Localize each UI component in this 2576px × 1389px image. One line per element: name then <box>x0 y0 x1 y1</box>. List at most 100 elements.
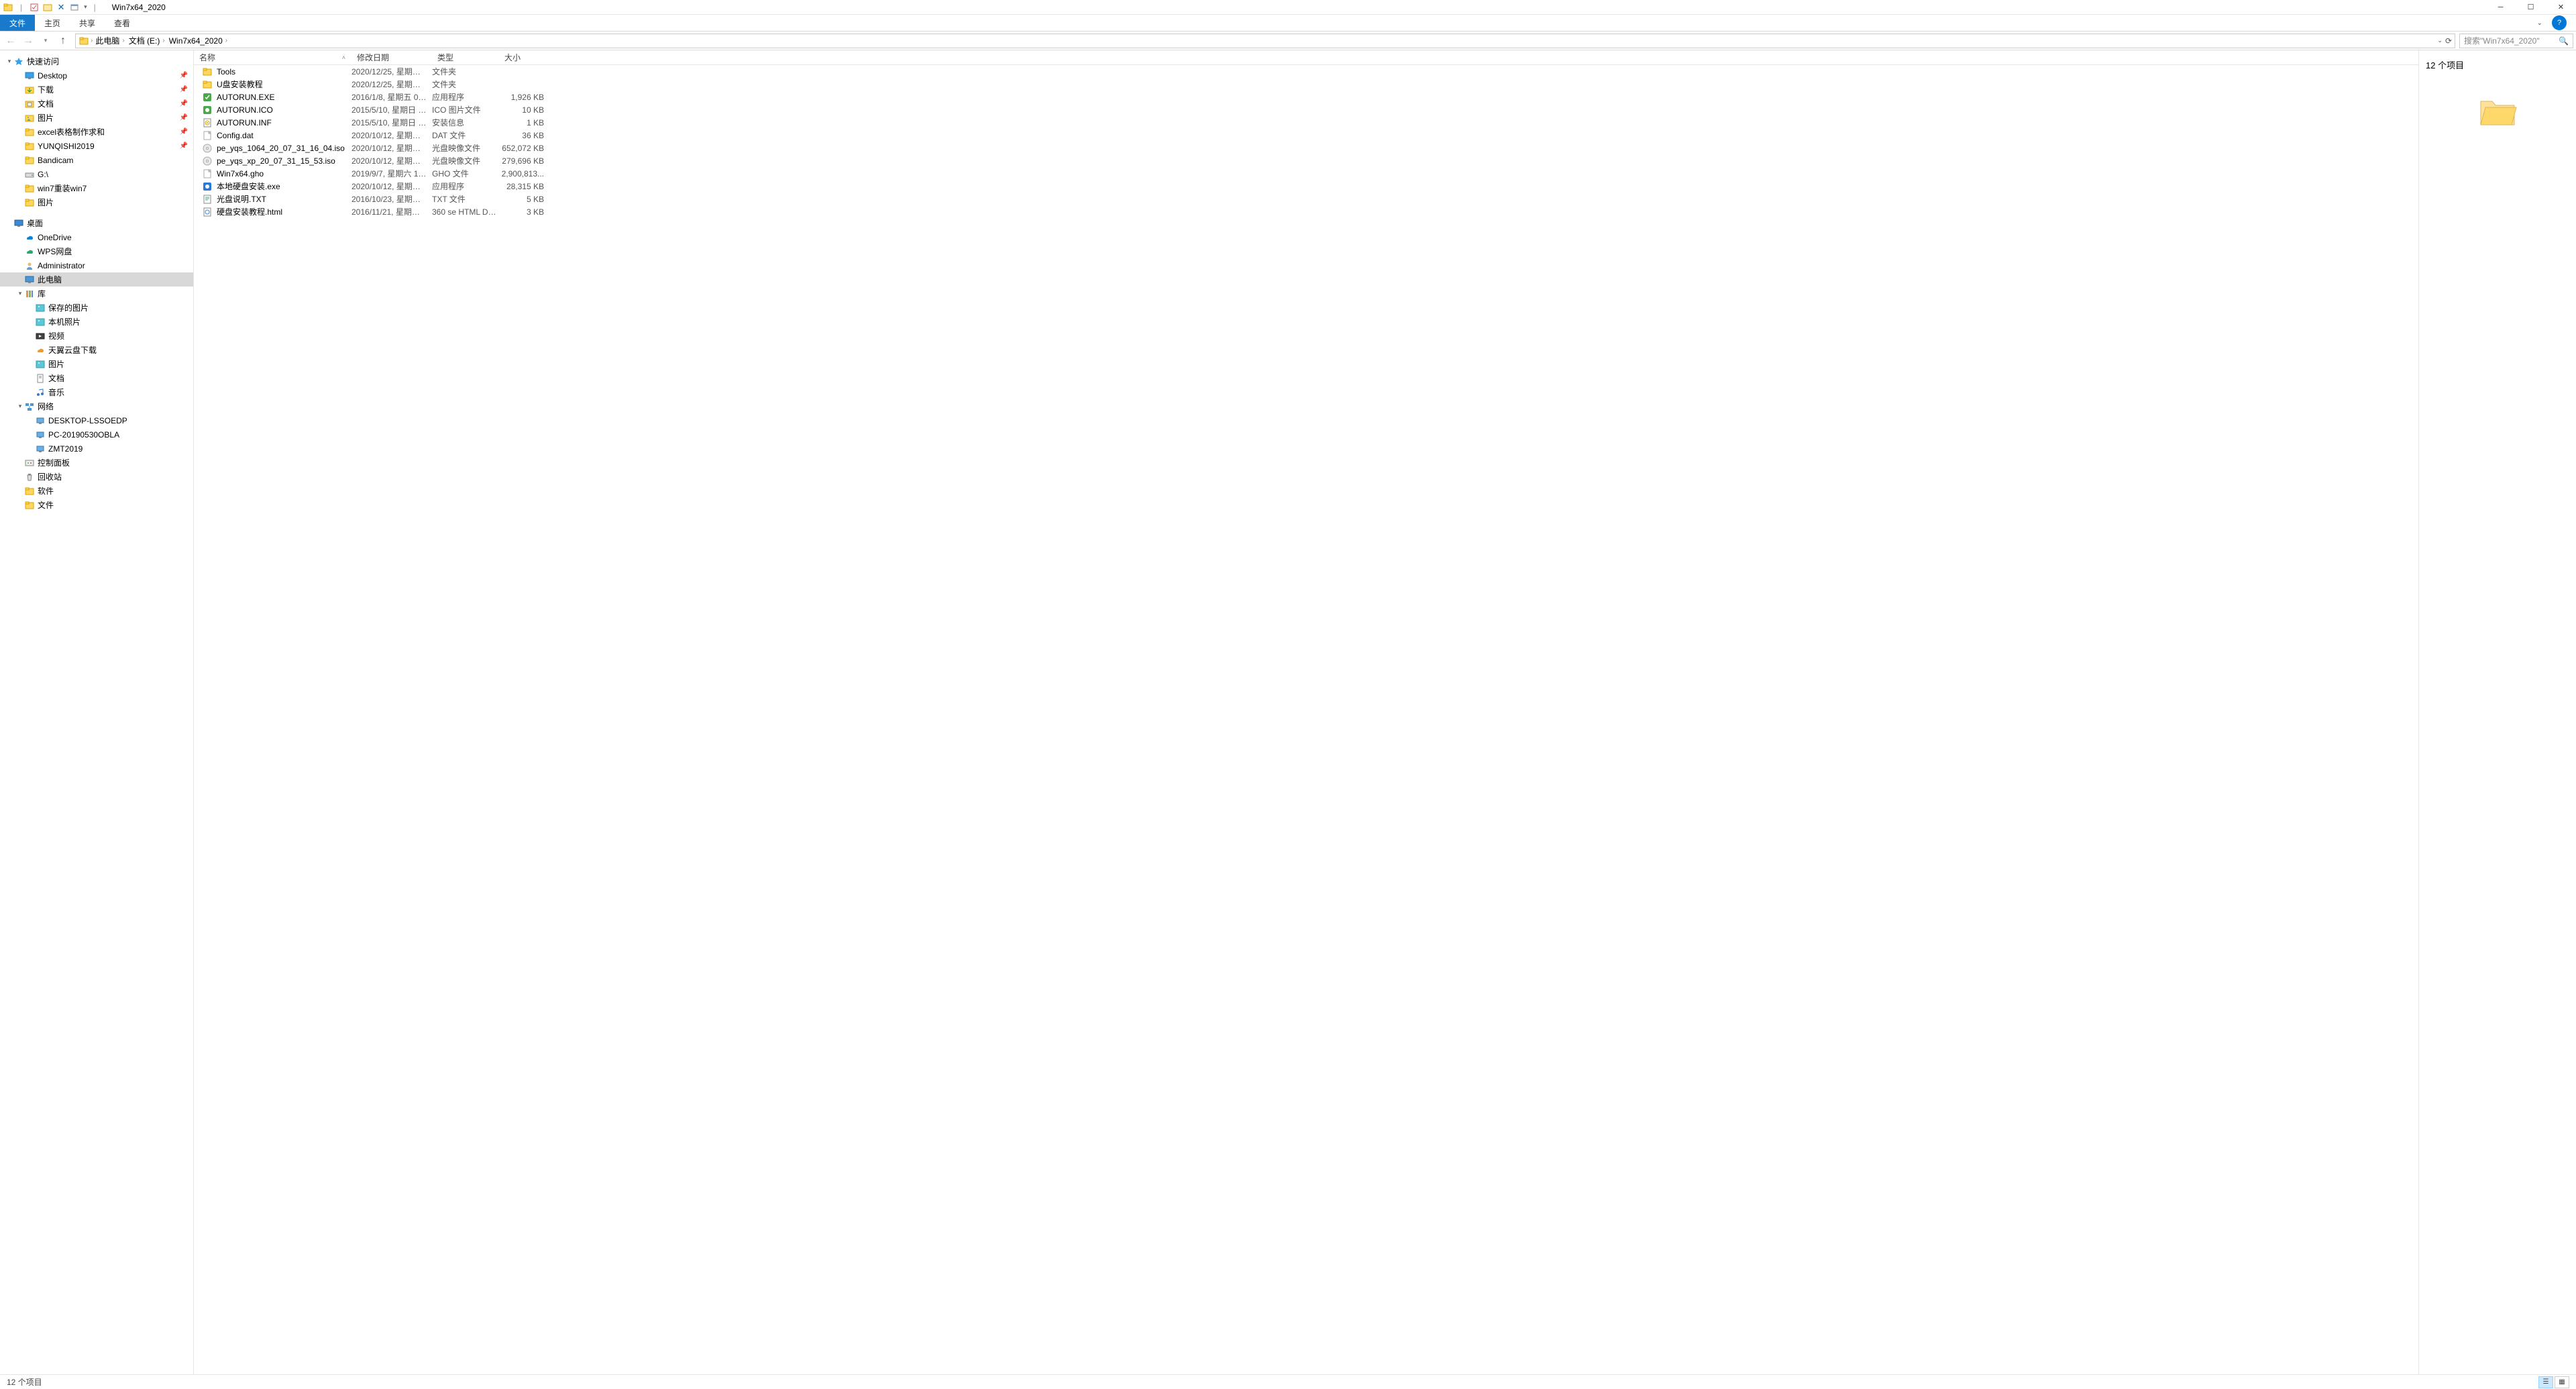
help-button[interactable]: ? <box>2552 15 2567 30</box>
column-header-size[interactable]: 大小 <box>499 50 549 64</box>
tree-item[interactable]: 图片📌 <box>0 111 193 125</box>
file-row[interactable]: 本地硬盘安装.exe 2020/10/12, 星期一 1... 应用程序 28,… <box>194 180 2418 193</box>
nav-forward-button[interactable]: → <box>20 34 36 48</box>
tree-item[interactable]: 天翼云盘下载 <box>0 343 193 357</box>
qat-properties-icon[interactable] <box>29 2 40 13</box>
file-row[interactable]: Config.dat 2020/10/12, 星期一 1... DAT 文件 3… <box>194 129 2418 142</box>
tree-item[interactable]: YUNQISHI2019📌 <box>0 139 193 153</box>
tree-item[interactable]: 文档 <box>0 371 193 385</box>
file-row[interactable]: pe_yqs_1064_20_07_31_16_04.iso 2020/10/1… <box>194 142 2418 154</box>
close-button[interactable]: ✕ <box>2546 0 2576 15</box>
tree-item[interactable]: 此电脑 <box>0 272 193 287</box>
file-type: 安装信息 <box>432 117 499 128</box>
tree-item-desktop[interactable]: 桌面 <box>0 216 193 230</box>
pc-icon <box>35 415 46 426</box>
search-input[interactable]: 搜索"Win7x64_2020" 🔍 <box>2459 34 2573 48</box>
tree-item[interactable]: PC-20190530OBLA <box>0 427 193 442</box>
address-bar[interactable]: › 此电脑› 文档 (E:)› Win7x64_2020› ⌄ ⟳ <box>75 34 2455 48</box>
ribbon-tab-file[interactable]: 文件 <box>0 15 35 31</box>
tree-item[interactable]: 文档📌 <box>0 97 193 111</box>
tree-item[interactable]: G:\ <box>0 167 193 181</box>
folder-icon <box>24 500 35 511</box>
tree-item[interactable]: 音乐 <box>0 385 193 399</box>
tree-item[interactable]: Administrator <box>0 258 193 272</box>
file-row[interactable]: AUTORUN.EXE 2016/1/8, 星期五 04:... 应用程序 1,… <box>194 91 2418 103</box>
file-date: 2020/10/12, 星期一 1... <box>352 130 432 141</box>
view-icons-button[interactable]: ▦ <box>2555 1376 2569 1388</box>
file-row[interactable]: AUTORUN.INF 2015/5/10, 星期日 02... 安装信息 1 … <box>194 116 2418 129</box>
qat-newfolder-icon[interactable] <box>42 2 53 13</box>
tree-item[interactable]: DESKTOP-LSSOEDP <box>0 413 193 427</box>
tree-item[interactable]: 回收站 <box>0 470 193 484</box>
file-list[interactable]: 名称˄ 修改日期 类型 大小 Tools 2020/12/25, 星期五 1..… <box>194 50 2418 1374</box>
tree-item[interactable]: win7重装win7 <box>0 181 193 195</box>
maximize-button[interactable]: ☐ <box>2516 0 2546 15</box>
control-icon <box>24 458 35 468</box>
breadcrumb[interactable]: 此电脑› <box>94 35 125 46</box>
file-type: 文件夹 <box>432 66 499 77</box>
tree-item[interactable]: 软件 <box>0 484 193 498</box>
tree-item[interactable]: excel表格制作求和📌 <box>0 125 193 139</box>
nav-recent-button[interactable]: ▾ <box>38 34 54 48</box>
file-row[interactable]: 硬盘安装教程.html 2016/11/21, 星期一 2... 360 se … <box>194 205 2418 218</box>
breadcrumb[interactable]: Win7x64_2020› <box>168 36 229 46</box>
column-header-name[interactable]: 名称˄ <box>194 50 352 64</box>
nav-back-button[interactable]: ← <box>3 34 19 48</box>
file-name: 本地硬盘安装.exe <box>217 181 280 192</box>
tree-item[interactable]: 下载📌 <box>0 83 193 97</box>
qat-customize-icon[interactable] <box>69 2 80 13</box>
tree-item[interactable]: ▾库 <box>0 287 193 301</box>
file-row[interactable]: pe_yqs_xp_20_07_31_15_53.iso 2020/10/12,… <box>194 154 2418 167</box>
column-header-type[interactable]: 类型 <box>432 50 499 64</box>
search-icon[interactable]: 🔍 <box>2559 36 2569 46</box>
navigation-tree[interactable]: ▾快速访问Desktop📌下载📌文档📌图片📌excel表格制作求和📌YUNQIS… <box>0 50 194 1374</box>
file-row[interactable]: 光盘说明.TXT 2016/10/23, 星期日 0... TXT 文件 5 K… <box>194 193 2418 205</box>
file-type: TXT 文件 <box>432 193 499 205</box>
tree-item[interactable]: ZMT2019 <box>0 442 193 456</box>
tree-item[interactable]: Bandicam <box>0 153 193 167</box>
pin-icon: 📌 <box>180 114 188 121</box>
tree-item[interactable]: 图片 <box>0 195 193 209</box>
pictures-icon <box>24 113 35 123</box>
minimize-button[interactable]: ─ <box>2485 0 2516 15</box>
file-size: 28,315 KB <box>499 182 549 191</box>
tree-item[interactable]: 保存的图片 <box>0 301 193 315</box>
ribbon-tab-share[interactable]: 共享 <box>70 15 105 31</box>
ribbon-expand-icon[interactable]: ⌄ <box>2537 19 2542 27</box>
view-details-button[interactable]: ☰ <box>2538 1376 2553 1388</box>
file-date: 2019/9/7, 星期六 19:... <box>352 168 432 179</box>
file-size: 36 KB <box>499 131 549 140</box>
file-row[interactable]: U盘安装教程 2020/12/25, 星期五 1... 文件夹 <box>194 78 2418 91</box>
tree-item[interactable]: 视频 <box>0 329 193 343</box>
tree-item[interactable]: ▾网络 <box>0 399 193 413</box>
iso-icon <box>202 143 213 154</box>
tree-item[interactable]: 图片 <box>0 357 193 371</box>
folder-icon <box>24 486 35 497</box>
tree-item[interactable]: 本机照片 <box>0 315 193 329</box>
file-date: 2015/5/10, 星期日 02... <box>352 117 432 128</box>
close-x-icon[interactable]: ✕ <box>56 2 66 13</box>
file-size: 2,900,813... <box>499 169 549 178</box>
chevron-down-icon[interactable]: ▾ <box>84 3 87 11</box>
tree-item[interactable]: 文件 <box>0 498 193 512</box>
file-row[interactable]: Win7x64.gho 2019/9/7, 星期六 19:... GHO 文件 … <box>194 167 2418 180</box>
column-header-date[interactable]: 修改日期 <box>352 50 432 64</box>
window-title: Win7x64_2020 <box>112 3 166 12</box>
file-row[interactable]: AUTORUN.ICO 2015/5/10, 星期日 02... ICO 图片文… <box>194 103 2418 116</box>
tree-item[interactable]: OneDrive <box>0 230 193 244</box>
nav-up-button[interactable]: ↑ <box>55 34 71 48</box>
lib-vid-icon <box>35 331 46 342</box>
network-icon <box>24 401 35 412</box>
refresh-icon[interactable]: ⟳ <box>2445 36 2452 46</box>
tree-item[interactable]: WPS网盘 <box>0 244 193 258</box>
tree-item[interactable]: Desktop📌 <box>0 68 193 83</box>
breadcrumb[interactable]: 文档 (E:)› <box>127 35 166 46</box>
ribbon-tab-view[interactable]: 查看 <box>105 15 140 31</box>
ribbon-tab-home[interactable]: 主页 <box>35 15 70 31</box>
tree-item-quick-access[interactable]: ▾快速访问 <box>0 54 193 68</box>
file-row[interactable]: Tools 2020/12/25, 星期五 1... 文件夹 <box>194 65 2418 78</box>
chevron-right-icon[interactable]: › <box>91 37 93 44</box>
file-size: 279,696 KB <box>499 156 549 166</box>
address-dropdown-icon[interactable]: ⌄ <box>2437 37 2443 44</box>
tree-item[interactable]: 控制面板 <box>0 456 193 470</box>
